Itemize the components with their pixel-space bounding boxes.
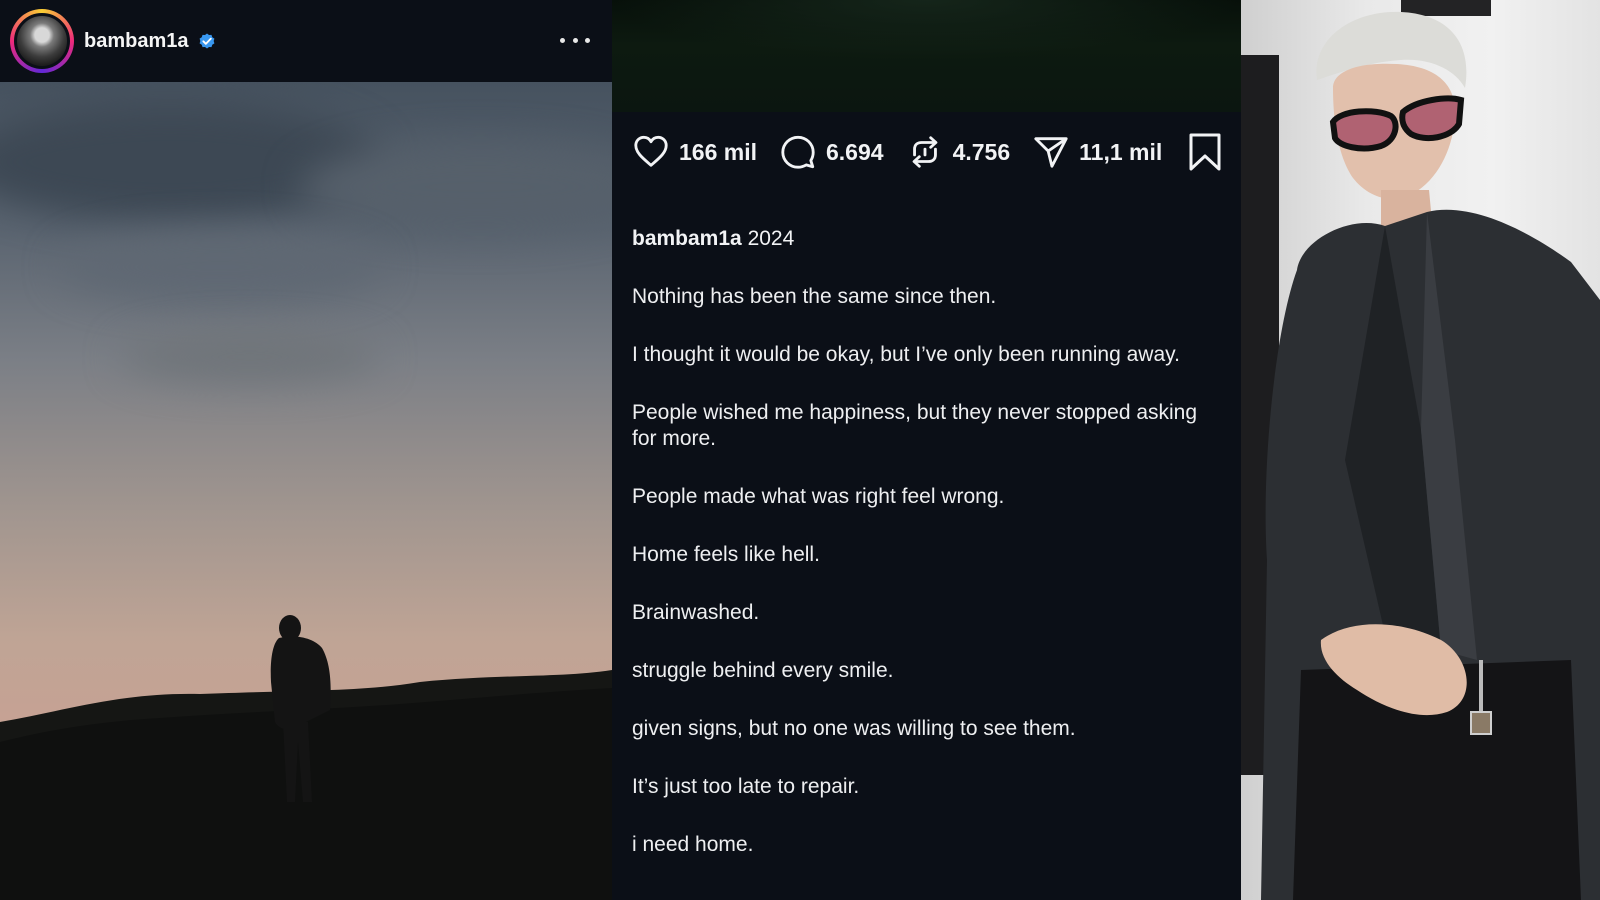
post-photo-silhouette <box>0 82 612 900</box>
caption-line: People wished me happiness, but they nev… <box>632 401 1198 450</box>
person-portrait <box>1261 11 1600 900</box>
caption-author[interactable]: bambam1a <box>632 227 742 250</box>
portrait-photo <box>1241 0 1600 900</box>
heart-icon <box>634 135 668 167</box>
post-actions-bar: 166 mil 6.694 4.756 11,1 mil <box>632 132 1222 172</box>
likes-count: 166 mil <box>679 138 757 165</box>
share-button[interactable]: 11,1 mil <box>1032 133 1162 171</box>
silhouette-figure <box>0 615 612 900</box>
username[interactable]: bambam1a <box>84 30 189 53</box>
shares-count: 11,1 mil <box>1079 138 1163 165</box>
post-caption: bambam1a 2024 Nothing has been the same … <box>632 226 1212 890</box>
caption-line: It’s just too late to repair. <box>632 775 860 798</box>
post-photo-strip <box>612 0 1241 112</box>
post-media-panel: bambam1a <box>0 0 612 900</box>
repost-button[interactable]: 4.756 <box>906 133 1011 171</box>
send-paper-plane-icon <box>1034 137 1068 168</box>
caption-line: given signs, but no one was willing to s… <box>632 717 1076 740</box>
reposts-count: 4.756 <box>952 138 1011 165</box>
caption-line: Brainwashed. <box>632 601 760 624</box>
post-details-panel: 166 mil 6.694 4.756 11,1 mil bambam1a 20… <box>612 0 1241 900</box>
verified-badge-icon <box>199 33 214 49</box>
save-button[interactable] <box>1188 133 1222 176</box>
post-header: bambam1a <box>0 0 612 82</box>
caption-line: struggle behind every smile. <box>632 659 894 682</box>
comment-bubble-icon <box>781 135 815 169</box>
caption-line: i need home. <box>632 833 754 856</box>
caption-line: Nothing has been the same since then. <box>632 285 997 308</box>
caption-line: Home feels like hell. <box>632 543 820 566</box>
story-ring[interactable] <box>10 9 74 73</box>
caption-line: I thought it would be okay, but I’ve onl… <box>632 343 1180 366</box>
bookmark-icon <box>1189 133 1221 171</box>
repost-arrows-icon <box>912 136 937 168</box>
avatar[interactable] <box>14 13 70 69</box>
caption-header: bambam1a 2024 <box>632 226 1212 252</box>
comment-button[interactable]: 6.694 <box>779 133 884 171</box>
like-button[interactable]: 166 mil <box>632 133 757 171</box>
caption-year: 2024 <box>747 227 795 250</box>
caption-line: People made what was right feel wrong. <box>632 485 1005 508</box>
comments-count: 6.694 <box>826 138 884 165</box>
more-options-icon[interactable] <box>560 28 590 52</box>
